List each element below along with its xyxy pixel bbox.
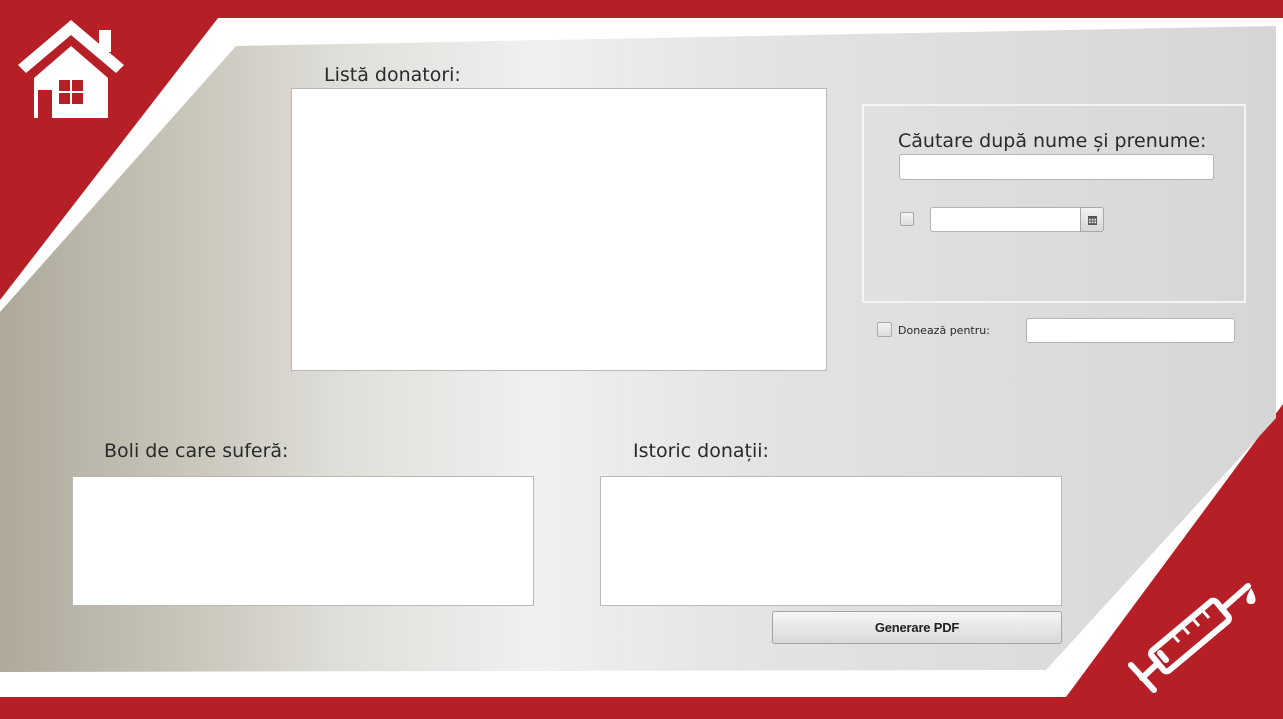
donation-history-list[interactable] — [600, 476, 1062, 606]
donor-list[interactable] — [291, 88, 827, 371]
date-input[interactable] — [930, 207, 1082, 232]
name-search-input[interactable] — [899, 154, 1214, 180]
home-icon[interactable] — [16, 18, 126, 122]
donate-for-input[interactable] — [1026, 318, 1235, 343]
calendar-icon — [1088, 216, 1097, 225]
date-filter-checkbox[interactable] — [900, 212, 914, 226]
diseases-label: Boli de care suferă: — [104, 440, 289, 462]
donate-for-label: Donează pentru: — [898, 324, 990, 337]
calendar-button[interactable] — [1080, 207, 1104, 232]
generate-pdf-button[interactable]: Generare PDF — [772, 611, 1062, 644]
donate-for-checkbox[interactable] — [877, 322, 892, 337]
diseases-list[interactable] — [72, 476, 534, 606]
history-label: Istoric donații: — [633, 440, 769, 462]
search-label: Căutare după nume și prenume: — [898, 130, 1207, 152]
donor-list-label: Listă donatori: — [324, 64, 461, 86]
syringe-icon — [1128, 583, 1256, 693]
